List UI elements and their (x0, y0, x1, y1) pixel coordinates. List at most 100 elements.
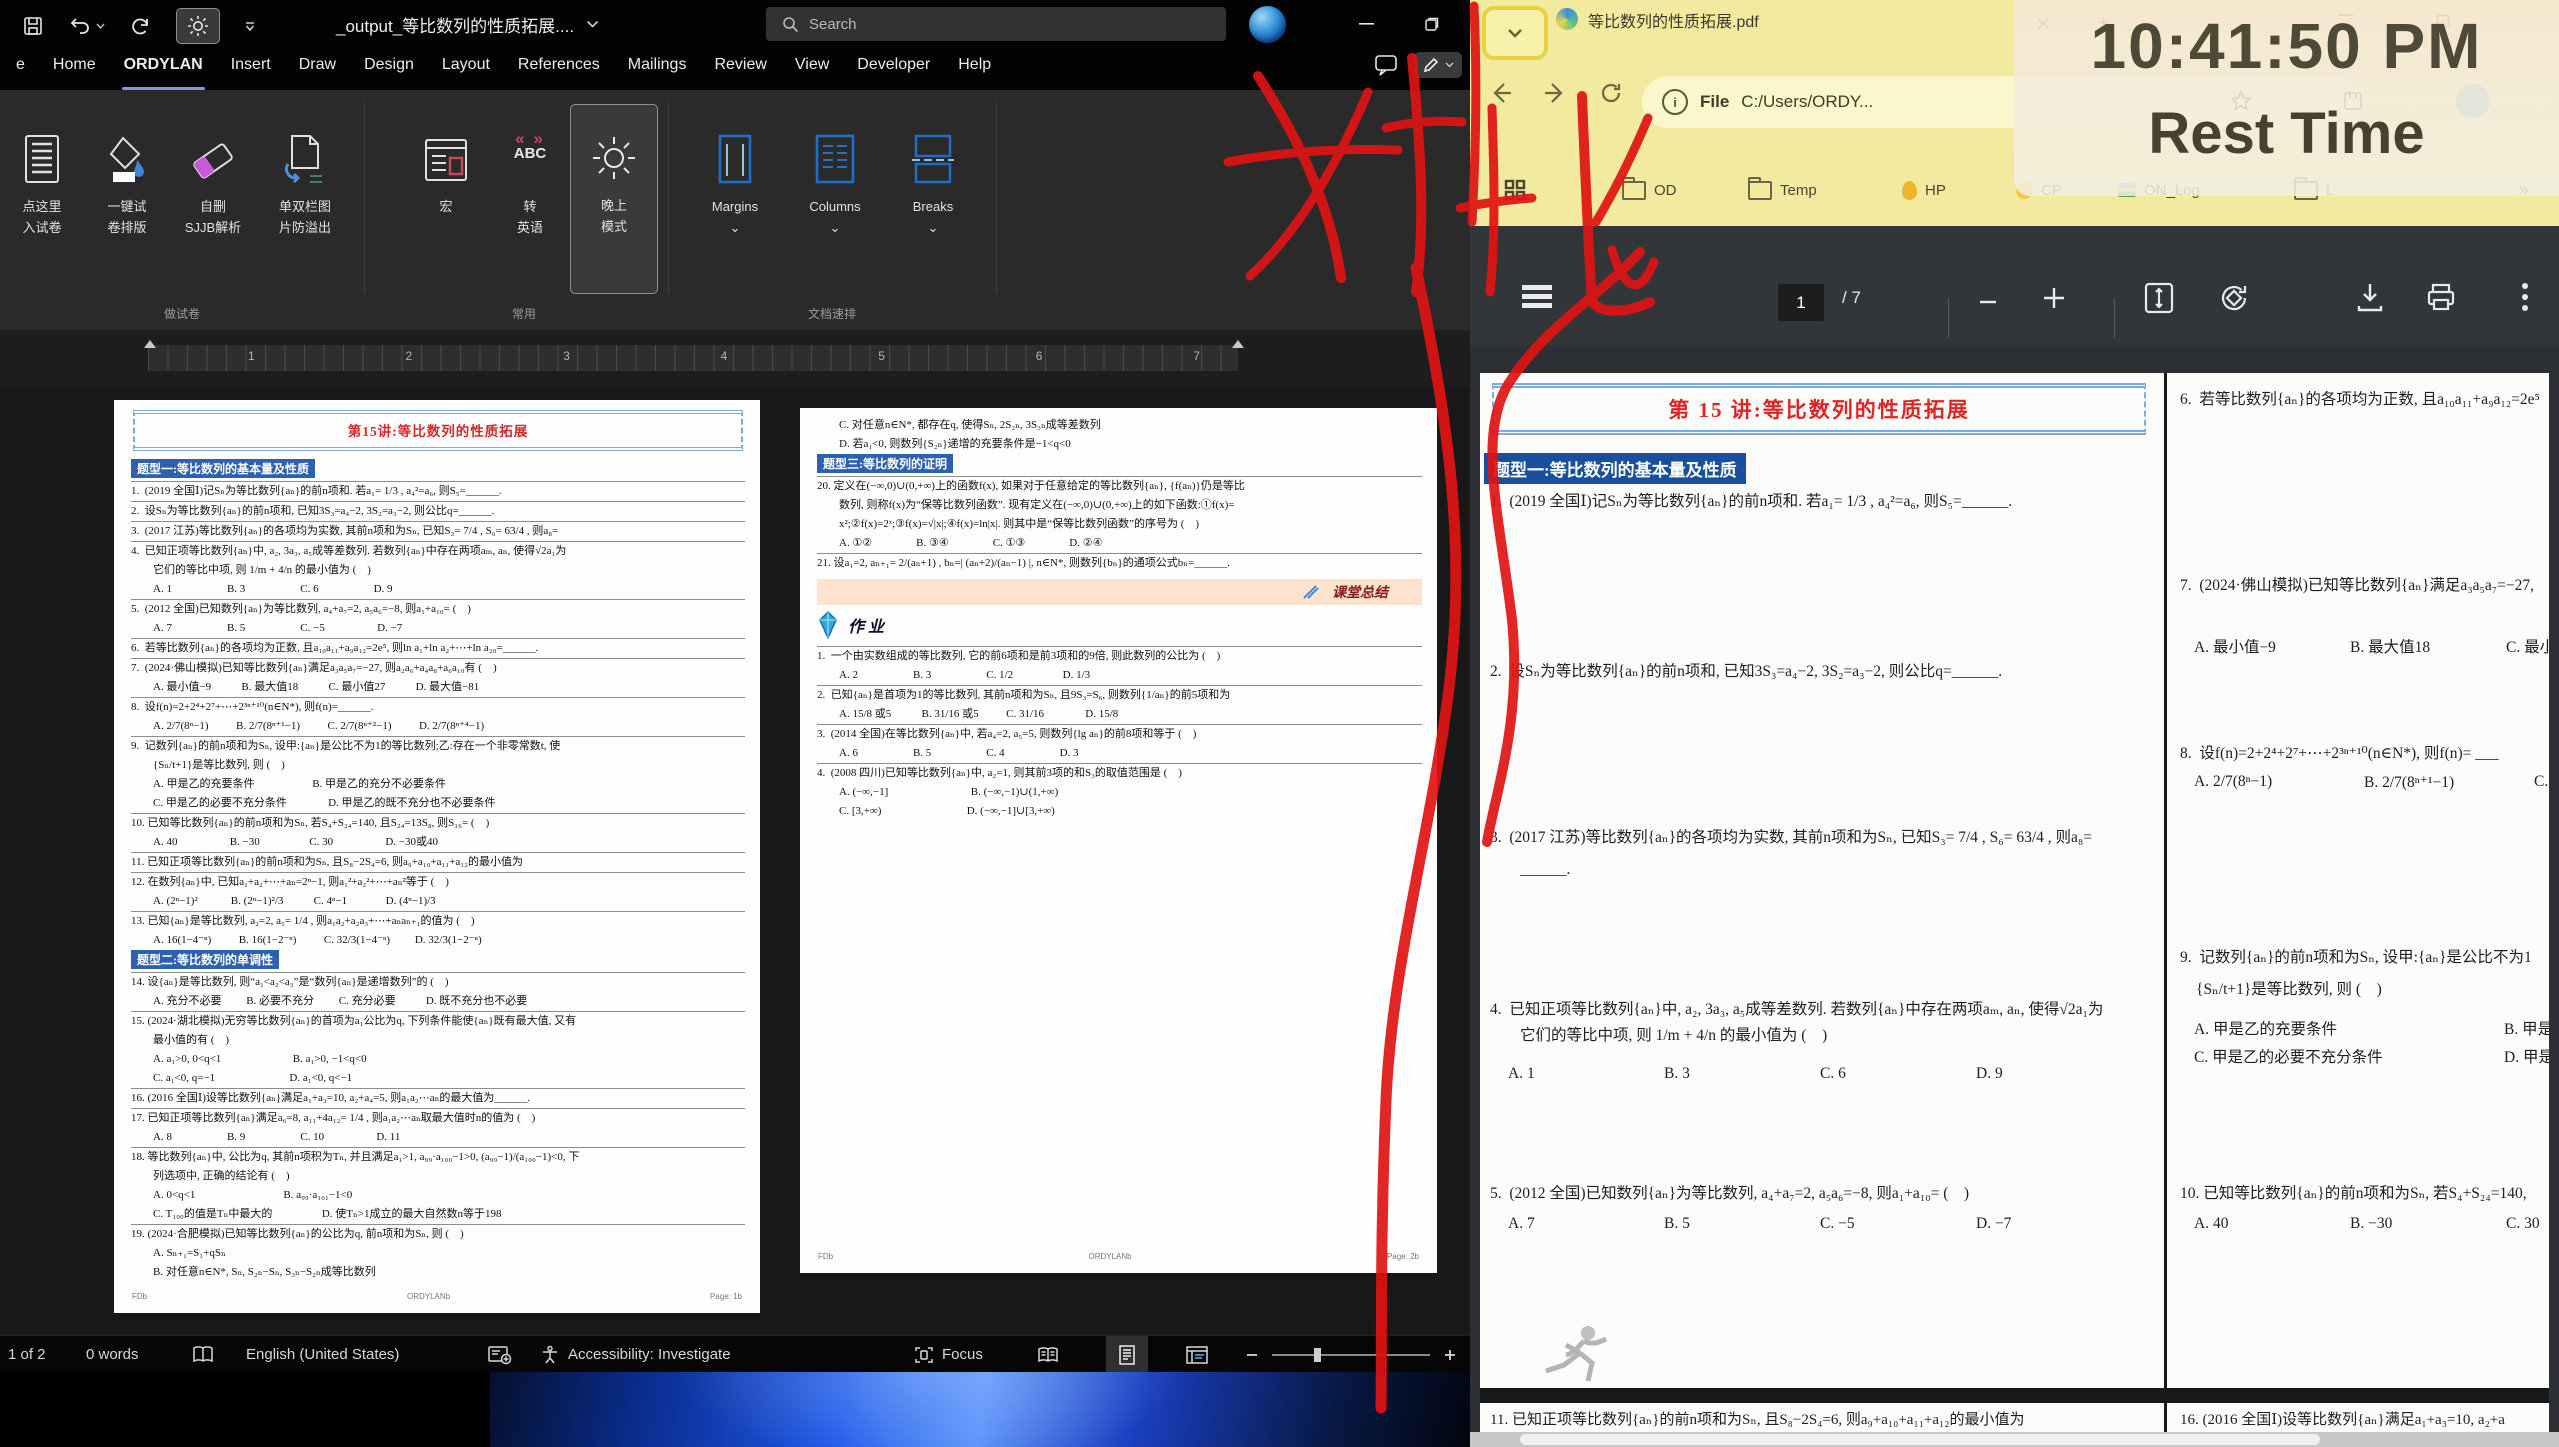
ruler-band: 1 2 3 4 5 6 7 (148, 345, 1238, 371)
focus-mode-button[interactable]: Focus (914, 1336, 983, 1373)
ribbon-button-night-mode[interactable]: 晚上 模式 (570, 104, 658, 294)
site-info-icon[interactable]: i (1662, 89, 1688, 115)
pdf-problem-10-options: A. 40 B. −30 C. 30 (2194, 1215, 2549, 1233)
ribbon-button-image-overflow[interactable]: 单双栏图 片防溢出 (258, 106, 352, 238)
night-mode-quick-toggle[interactable] (176, 8, 220, 44)
back-button[interactable] (1488, 80, 1514, 106)
zoom-out-icon[interactable] (1978, 292, 1998, 312)
print-icon[interactable] (2426, 282, 2456, 312)
ribbon-tab[interactable]: Design (350, 48, 428, 90)
bookmark-folder-od[interactable]: OD (1622, 168, 1677, 212)
tab-search-button[interactable] (1482, 6, 1548, 60)
zoom-slider-handle[interactable] (1314, 1347, 1321, 1362)
document-title[interactable]: _output_等比数列的性质拓展.... (336, 12, 599, 37)
ribbon-button-one-key-format[interactable]: 一键试 卷排版 (86, 106, 168, 238)
lesson-title-box: 第15讲:等比数列的性质拓展 (133, 410, 743, 451)
save-icon[interactable] (22, 15, 44, 37)
ribbon-tab[interactable]: e (2, 48, 39, 90)
browser-tab-title[interactable]: 等比数列的性质拓展.pdf (1588, 8, 1759, 32)
bookmark-hp[interactable]: HP (1902, 168, 1946, 212)
horizontal-scrollbar-thumb[interactable] (1520, 1434, 2320, 1445)
ribbon-button-macro[interactable]: 宏 (404, 106, 488, 238)
doc-line: A. 充分不必要 B. 必要不充分 C. 充分必要 D. 既不充分也不必要 (153, 995, 528, 1007)
ribbon-tab[interactable]: Draw (285, 48, 350, 90)
lesson-title: 第15讲:等比数列的性质拓展 (347, 424, 529, 439)
download-icon[interactable] (2356, 282, 2384, 312)
doc-line: x²;②f(x)=2ˣ;③f(x)=√|x|;④f(x)=ln|x|. 则其中是… (839, 518, 1200, 530)
word-page-1: 第15讲:等比数列的性质拓展 题型一:等比数列的基本量及性质 1. (2019 … (114, 400, 760, 1313)
ribbon-button-margins[interactable]: Margins ⌄ (694, 106, 776, 238)
bookmark-folder-temp[interactable]: Temp (1748, 168, 1817, 212)
ribbon-tab[interactable]: Layout (428, 48, 504, 90)
rotate-icon[interactable] (2218, 282, 2250, 314)
search-box[interactable]: Search (766, 7, 1226, 41)
indent-marker[interactable] (144, 340, 156, 348)
page-indicator[interactable]: 1 of 2 (8, 1336, 46, 1373)
page-footer: FDb ORDYLANb Page: 1b (132, 1292, 742, 1301)
doc-list-icon (0, 106, 84, 186)
page-overflow-icon (258, 106, 352, 186)
doc-line: 7. (2024·佛山模拟)已知等比数列{aₙ}满足a₃a₅a₇=−27, 则a… (131, 658, 745, 678)
pdf-content-area[interactable]: 第 15 讲:等比数列的性质拓展 题型一:等比数列的基本量及性质 1. (201… (1470, 345, 2559, 1447)
doc-line: C. 甲是乙的必要不充分条件 D. 甲是乙的既不充分也不必要条件 (153, 797, 496, 809)
ribbon-button-breaks[interactable]: Breaks ⌄ (888, 106, 978, 238)
group-label-wendangsupai: 文档速排 (807, 307, 856, 321)
qat-customize-chevron-icon[interactable] (244, 21, 256, 31)
ribbon-tab[interactable]: ORDYLAN (110, 48, 217, 90)
ribbon-tab[interactable]: Home (39, 48, 110, 90)
reload-button[interactable] (1598, 80, 1624, 106)
ribbon-tab[interactable]: Mailings (614, 48, 701, 90)
word-count[interactable]: 0 words (86, 1336, 139, 1373)
sun-icon (571, 105, 657, 185)
pdf-page-input[interactable]: 1 (1778, 284, 1824, 321)
doc-line: A. 甲是乙的充要条件 B. 甲是乙的充分不必要条件 (153, 778, 447, 790)
ribbon-button-translate-english[interactable]: « » ABC 转 英语 (492, 106, 568, 238)
language-indicator[interactable]: English (United States) (246, 1336, 399, 1373)
doc-line: 4. (2008 四川)已知等比数列{aₙ}中, a₂=1, 则其前3项的和S₃… (817, 763, 1422, 783)
accessibility-status[interactable]: Accessibility: Investigate (540, 1336, 731, 1373)
ribbon-tab[interactable]: Developer (843, 48, 944, 90)
ribbon-tab[interactable]: View (781, 48, 843, 90)
ribbon-button-delete-analysis[interactable]: 自删 SJJB解析 (170, 106, 256, 238)
zoom-out-button[interactable] (1246, 1336, 1258, 1373)
ribbon-button-insert-paper[interactable]: 点这里 入试卷 (0, 106, 84, 238)
ribbon-button-columns[interactable]: Columns ⌄ (792, 106, 878, 238)
zoom-in-icon[interactable] (2042, 286, 2066, 310)
ribbon-tab[interactable]: Insert (217, 48, 285, 90)
right-indent-marker[interactable] (1232, 340, 1244, 348)
ribbon-tab[interactable]: Help (944, 48, 1005, 90)
address-path: C:/Users/ORDY... (1741, 92, 1874, 111)
fit-page-icon[interactable] (2144, 282, 2174, 314)
horizontal-ruler[interactable]: 1 2 3 4 5 6 7 (0, 330, 1470, 386)
more-options-icon[interactable] (2522, 282, 2528, 312)
web-layout-button[interactable] (1186, 1336, 1208, 1373)
option: C. −5 (1820, 1215, 1855, 1232)
zoom-slider[interactable] (1272, 1336, 1430, 1373)
comments-icon[interactable] (1374, 54, 1398, 76)
pdf-problem-6: 6. 若等比数列{aₙ}的各项均为正数, 且a₁₀a₁₁+a₉a₁₂=2e⁵ (2180, 391, 2540, 408)
dropdown-chevron-icon: ⌄ (729, 220, 741, 235)
minimize-button[interactable] (1338, 0, 1394, 48)
forward-button[interactable] (1542, 80, 1568, 106)
ribbon-tab[interactable]: Review (700, 48, 780, 90)
display-settings-icon[interactable] (488, 1336, 512, 1373)
apps-grid-icon[interactable] (1504, 168, 1526, 212)
editing-pen-button[interactable] (1414, 52, 1462, 78)
redo-icon[interactable] (129, 15, 152, 38)
account-avatar[interactable] (1249, 6, 1286, 43)
pdf-problem-11: 11. 已知正项等比数列{aₙ}的前n项和为Sₙ, 且S₈−2S₄=6, 则a₉… (1490, 1412, 2025, 1428)
print-layout-button[interactable] (1106, 1336, 1148, 1373)
doc-line: C. 对任意n∈N*, 都存在q, 使得Sₙ, 2S₂ₙ, 3S₃ₙ成等差数列 (839, 419, 1101, 431)
read-mode-button[interactable] (1036, 1336, 1060, 1373)
undo-button[interactable] (68, 15, 105, 37)
proofing-icon[interactable] (192, 1336, 214, 1373)
rest-time-clock-overlay: 10:41:50 PM Rest Time (2014, 0, 2559, 196)
doc-line: A. 1 B. 3 C. 6 D. 9 (153, 583, 393, 595)
eraser-icon (170, 106, 256, 186)
pdf-menu-icon[interactable] (1522, 284, 1552, 308)
horizontal-scrollbar[interactable] (1470, 1432, 2559, 1447)
zoom-in-button[interactable] (1444, 1336, 1456, 1373)
pdf-problem-7: 7. (2024·佛山模拟)已知等比数列{aₙ}满足a₃a₅a₇=−27, (2180, 577, 2535, 594)
ribbon-tab[interactable]: References (504, 48, 614, 90)
restore-button[interactable] (1404, 0, 1460, 48)
